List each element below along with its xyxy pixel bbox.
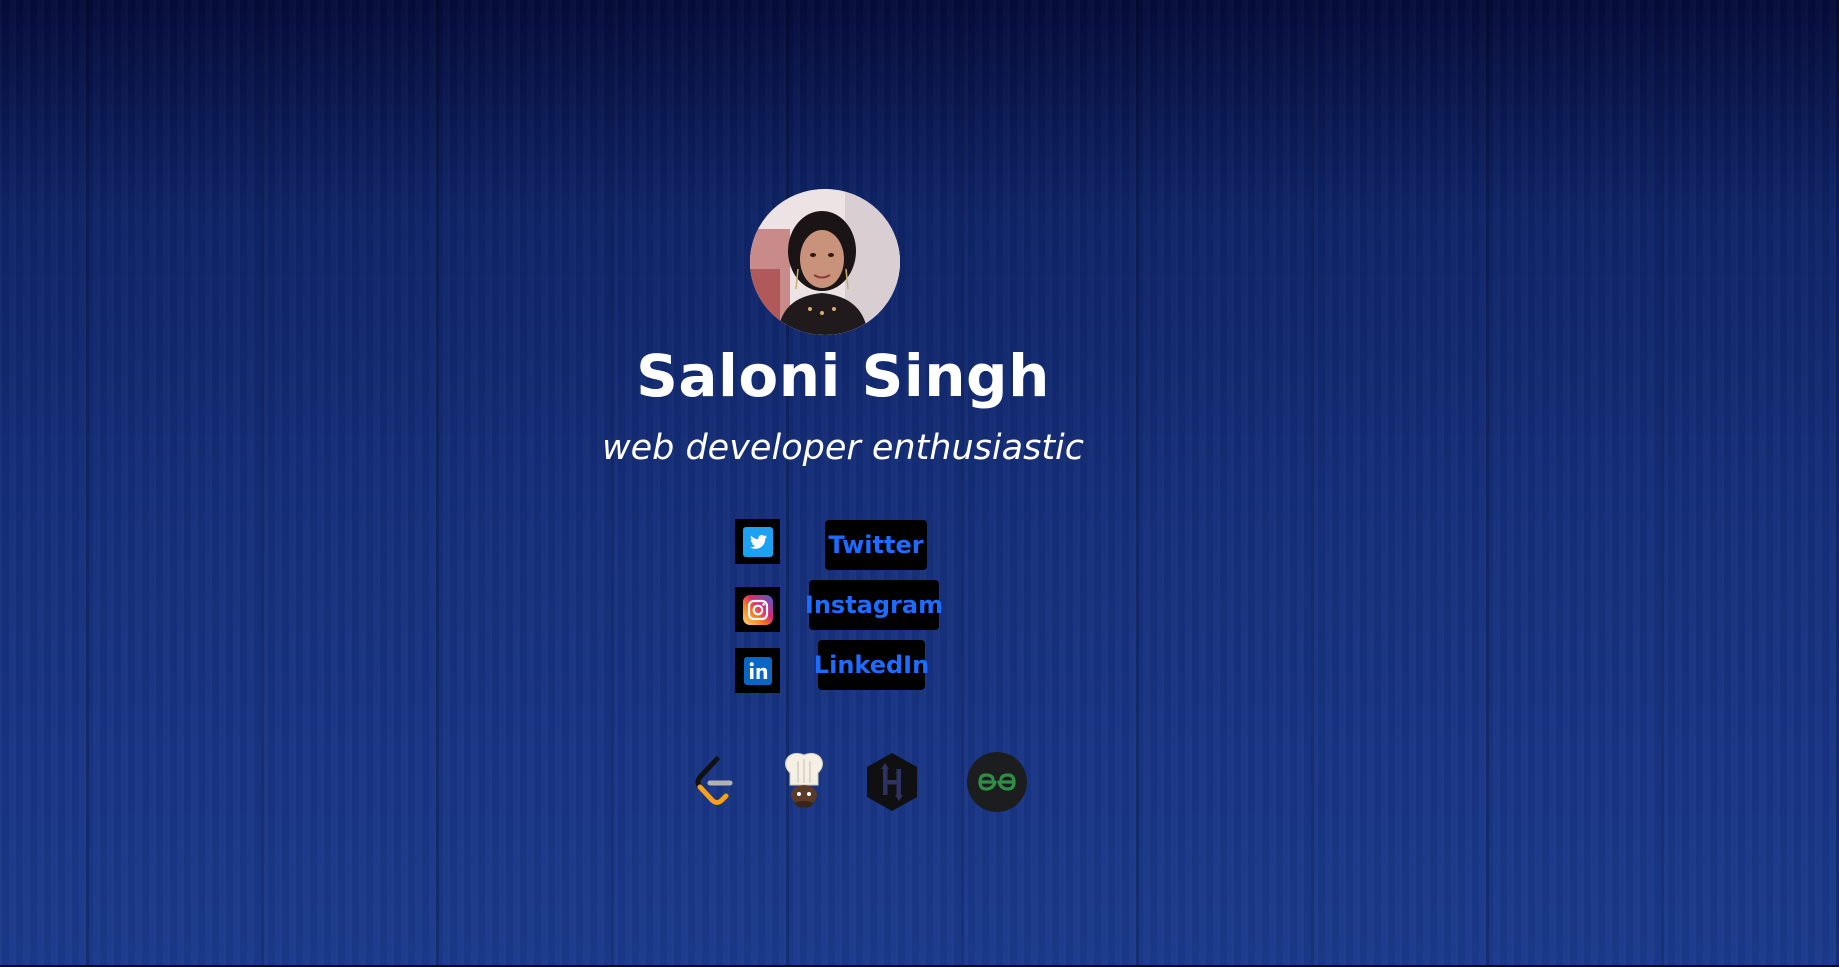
profile-tagline: web developer enthusiastic	[601, 428, 1085, 468]
avatar	[750, 189, 900, 335]
geeksforgeeks-icon[interactable]	[966, 750, 1028, 814]
instagram-icon[interactable]	[735, 587, 780, 632]
profile-photo	[750, 189, 900, 335]
leetcode-icon[interactable]	[687, 750, 743, 814]
instagram-button[interactable]: Instagram	[805, 580, 943, 630]
twitter-button[interactable]: Twitter	[825, 520, 927, 570]
hackerrank-icon[interactable]	[864, 750, 920, 814]
profile-name: Saloni Singh	[636, 342, 1050, 410]
codechef-icon[interactable]	[776, 750, 832, 814]
twitter-icon[interactable]	[735, 519, 780, 564]
linkedin-icon[interactable]	[735, 648, 780, 693]
linkedin-button[interactable]: LinkedIn	[814, 640, 929, 690]
